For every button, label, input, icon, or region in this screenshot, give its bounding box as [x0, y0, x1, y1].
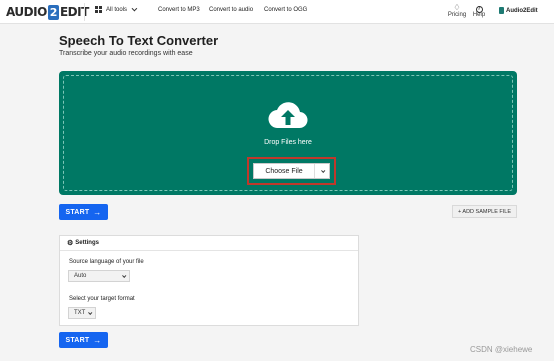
chevron-down-icon — [88, 310, 93, 315]
start-button[interactable]: START → — [59, 204, 108, 220]
nav-convert-to-ogg[interactable]: Convert to OGG — [264, 7, 307, 13]
target-format-value: TXT — [74, 310, 86, 316]
settings-panel: ⚙ Settings Source language of your file … — [59, 235, 359, 326]
tag-icon: ♢ — [453, 3, 461, 12]
settings-title: Settings — [75, 240, 99, 246]
page-subtitle: Transcribe your audio recordings with ea… — [59, 50, 193, 57]
audio2edit-logo[interactable]: AUDIO 2 EDIT — [6, 4, 89, 20]
arrow-right-icon: → — [93, 335, 102, 345]
start-label: START — [65, 336, 90, 344]
help-link[interactable]: ? Help — [472, 3, 486, 18]
source-language-select[interactable]: Auto — [68, 270, 130, 282]
choose-file-highlight: Choose File — [247, 157, 336, 185]
account-label: Audio2Edit — [506, 7, 538, 14]
cloud-upload-icon — [268, 102, 308, 129]
settings-header: ⚙ Settings — [60, 236, 358, 251]
nav-convert-to-mp3[interactable]: Convert to MP3 — [158, 7, 200, 13]
add-sample-file-button[interactable]: + ADD SAMPLE FILE — [452, 205, 517, 218]
drop-files-text: Drop Files here — [264, 139, 312, 146]
start-button-bottom[interactable]: START → — [59, 332, 108, 348]
pricing-link[interactable]: ♢ Pricing — [447, 3, 467, 18]
watermark: CSDN @xiehewe — [470, 345, 533, 354]
source-language-value: Auto — [74, 273, 87, 279]
grid-icon — [95, 6, 102, 13]
target-format-label: Select your target format — [69, 296, 135, 302]
chevron-down-icon — [122, 273, 127, 278]
nav-divider — [84, 3, 85, 21]
file-drop-zone[interactable]: Drop Files here Choose File — [59, 71, 517, 195]
drop-zone-border: Drop Files here Choose File — [63, 75, 513, 191]
help-circle-icon: ? — [475, 6, 483, 13]
chevron-down-icon — [131, 5, 138, 11]
gear-icon: ⚙ — [67, 240, 74, 247]
help-label: Help — [472, 12, 486, 18]
pricing-label: Pricing — [447, 12, 467, 18]
choose-file-label: Choose File — [265, 167, 303, 175]
account-link[interactable]: Audio2Edit — [499, 7, 538, 14]
nav-convert-to-audio[interactable]: Convert to audio — [209, 7, 253, 13]
chevron-down-icon[interactable] — [315, 168, 329, 173]
all-tools-label: All tools — [106, 6, 128, 13]
choose-file-button[interactable]: Choose File — [253, 163, 330, 179]
start-label: START — [65, 208, 90, 216]
file-icon — [499, 7, 504, 14]
logo-text-2: 2 — [47, 4, 59, 20]
top-navigation: AUDIO 2 EDIT All tools Convert to MP3 Conv… — [0, 0, 554, 24]
logo-text-audio: AUDIO — [6, 5, 47, 19]
target-format-select[interactable]: TXT — [68, 307, 96, 319]
source-language-label: Source language of your file — [69, 259, 144, 265]
all-tools-menu[interactable]: All tools — [95, 5, 138, 13]
page-title: Speech To Text Converter — [59, 33, 219, 48]
arrow-right-icon: → — [93, 207, 102, 217]
